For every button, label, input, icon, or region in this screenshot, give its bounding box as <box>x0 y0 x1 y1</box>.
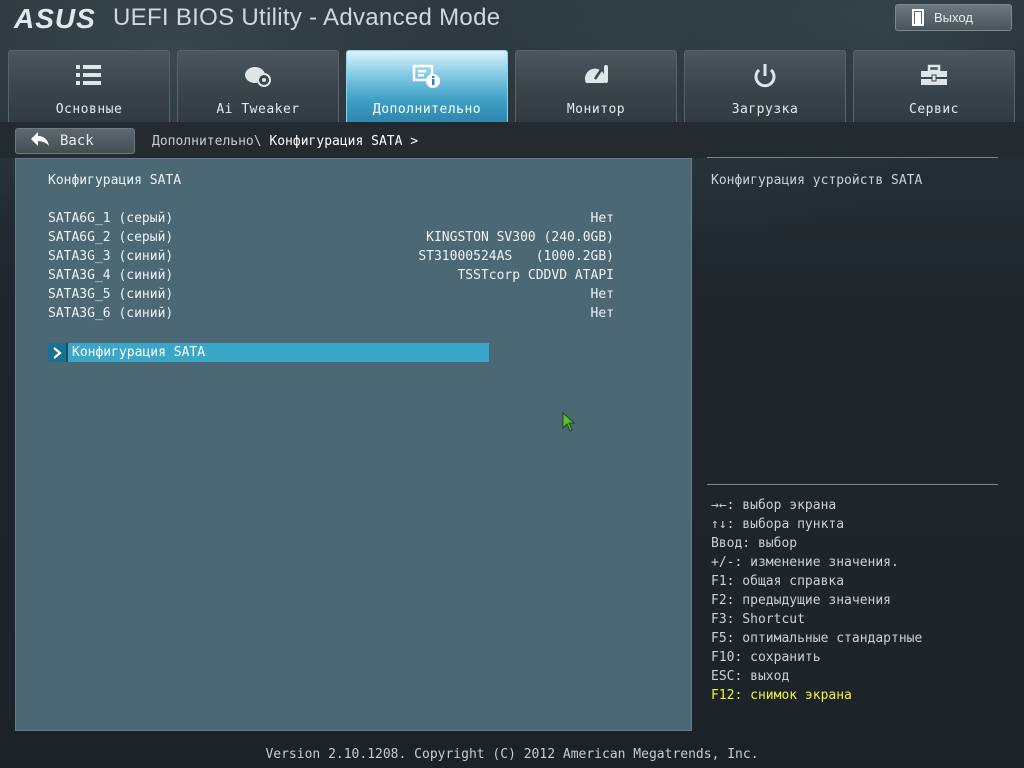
advanced-icon <box>411 61 443 91</box>
key-hint: ESC: выход <box>711 669 790 684</box>
section-title: Конфигурация SATA <box>48 173 182 188</box>
key-hint: +/-: изменение значения. <box>711 555 899 570</box>
tab-monitor[interactable]: Монитор <box>515 50 677 122</box>
sata-port-value: Нет <box>590 211 614 226</box>
app-title: UEFI BIOS Utility - Advanced Mode <box>113 4 501 31</box>
submenu-label: Конфигурация SATA <box>72 345 206 360</box>
mouse-cursor-icon <box>562 411 576 432</box>
power-icon <box>749 61 781 91</box>
tab-label: Ai Tweaker <box>216 102 300 117</box>
monitor-gauge-icon <box>580 61 612 91</box>
tab-ai-tweaker[interactable]: Ai Tweaker <box>177 50 339 122</box>
sata-port-label: SATA6G_1 (серый) <box>48 211 174 226</box>
key-hint: F2: предыдущие значения <box>711 593 892 608</box>
sata-port-label: SATA3G_4 (синий) <box>48 268 174 283</box>
breadcrumb-current: Конфигурация SATA > <box>269 134 419 149</box>
breadcrumb-parent[interactable]: Дополнительно\ <box>152 134 269 149</box>
back-arrow-icon <box>30 131 50 151</box>
key-legend: →←: выбор экрана ↑↓: выбора пункта Ввод:… <box>711 496 922 705</box>
sata-configuration-submenu[interactable]: Конфигурация SATA <box>48 343 489 362</box>
help-divider-top <box>707 157 998 158</box>
list-icon <box>73 61 105 91</box>
version-footer: Version 2.10.1208. Copyright (C) 2012 Am… <box>265 747 759 762</box>
sata-port-label: SATA3G_5 (синий) <box>48 287 174 302</box>
key-hint: F5: оптимальные стандартные <box>711 631 923 646</box>
help-divider-middle <box>707 484 998 485</box>
tab-label: Загрузка <box>731 102 799 117</box>
tab-label: Монитор <box>566 102 626 117</box>
help-description: Конфигурация устройств SATA <box>711 173 923 188</box>
key-hint: →←: выбор экрана <box>711 498 837 513</box>
sata-port-value: TSSTcorp CDDVD ATAPI <box>457 268 614 283</box>
toolbox-icon <box>918 61 950 91</box>
tab-advanced[interactable]: Дополнительно <box>346 50 508 122</box>
back-button[interactable]: Back <box>15 128 135 154</box>
header: ASUS UEFI BIOS Utility - Advanced Mode В… <box>0 0 1024 44</box>
tab-label: Основные <box>55 102 123 117</box>
tab-label: Дополнительно <box>372 102 482 117</box>
key-hint: Ввод: выбор <box>711 536 798 551</box>
sata-port-label: SATA3G_3 (синий) <box>48 249 174 264</box>
ai-tweaker-icon <box>242 61 274 91</box>
key-hint: ↑↓: выбора пункта <box>711 517 845 532</box>
asus-logo: ASUS <box>14 3 96 34</box>
sata-port-label: SATA3G_6 (синий) <box>48 306 174 321</box>
tab-main[interactable]: Основные <box>8 50 170 122</box>
sata-port-value: Нет <box>590 287 614 302</box>
tab-label: Сервис <box>909 102 959 117</box>
key-hint: F3: Shortcut <box>711 612 805 627</box>
key-hint: F10: сохранить <box>711 650 821 665</box>
exit-door-icon <box>912 9 926 26</box>
main-tabs: Основные Ai Tweaker Дополнительно Монито… <box>8 50 1016 122</box>
tab-tools[interactable]: Сервис <box>853 50 1015 122</box>
key-hint-screenshot: F12: снимок экрана <box>711 688 852 703</box>
settings-panel: Конфигурация SATA SATA6G_1 (серый) Нет S… <box>15 158 692 731</box>
exit-button[interactable]: Выход <box>895 4 1012 31</box>
sata-port-value: Нет <box>590 306 614 321</box>
tab-boot[interactable]: Загрузка <box>684 50 846 122</box>
sata-port-label: SATA6G_2 (серый) <box>48 230 174 245</box>
exit-label: Выход <box>934 10 973 25</box>
navigation-bar: Back Дополнительно\ Конфигурация SATA > <box>0 122 1024 158</box>
submenu-arrow-icon <box>48 343 68 362</box>
key-hint: F1: общая справка <box>711 574 845 589</box>
breadcrumb: Дополнительно\ Конфигурация SATA > <box>152 134 418 150</box>
sata-port-value: ST31000524AS (1000.2GB) <box>418 249 614 264</box>
sata-port-value: KINGSTON SV300 (240.0GB) <box>426 230 614 245</box>
back-label: Back <box>60 133 94 149</box>
